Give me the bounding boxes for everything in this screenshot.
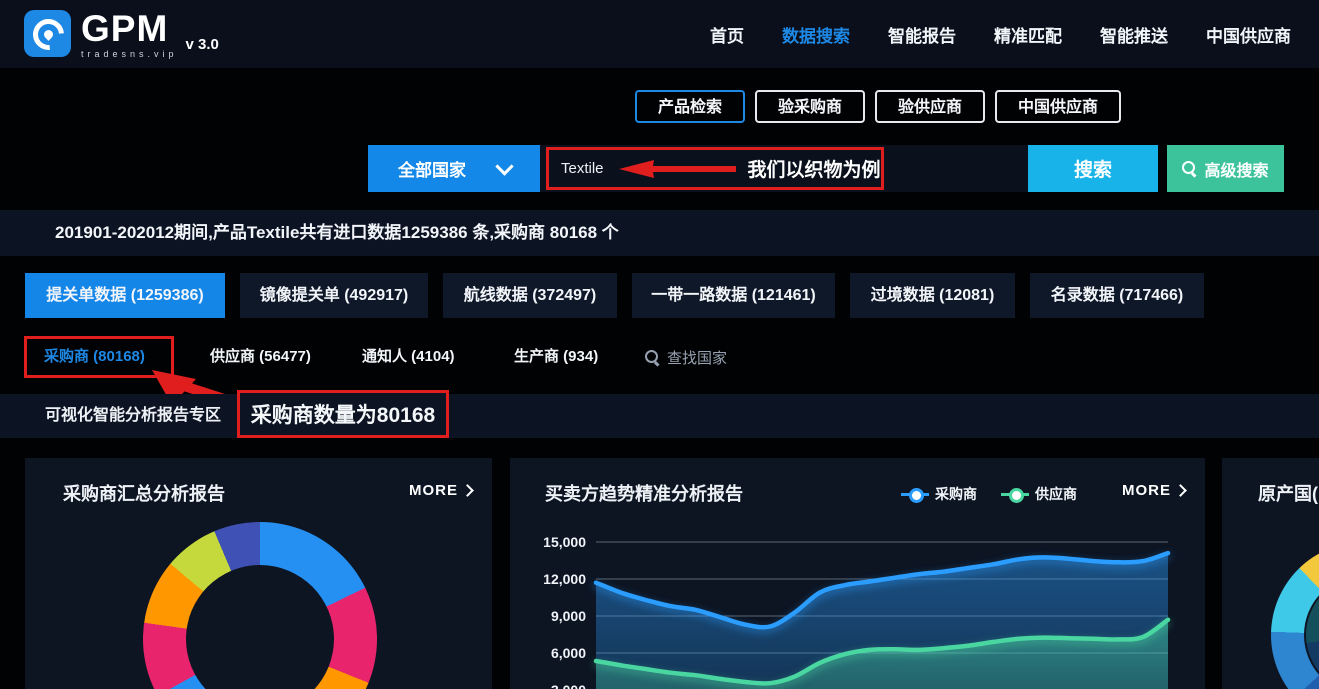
- brand-domain: tradesns.vip: [81, 50, 178, 59]
- country-select[interactable]: 全部国家: [368, 145, 540, 192]
- svg-text:12,000: 12,000: [543, 571, 586, 587]
- tab-verify-buyer[interactable]: 验采购商: [755, 90, 865, 123]
- tab-product-search[interactable]: 产品检索: [635, 90, 745, 123]
- search-icon: [1182, 161, 1197, 176]
- tab-mirror-bol[interactable]: 镜像提关单 (492917): [240, 273, 428, 318]
- gpm-trade-search-page: GPM tradesns.vip v 3.0 首页 数据搜索 智能报告 精准匹配…: [0, 0, 1319, 689]
- chevron-right-icon: [461, 484, 474, 497]
- annotation-box-buyer-count: 采购商数量为80168: [237, 390, 449, 438]
- tab-transit[interactable]: 过境数据 (12081): [850, 273, 1015, 318]
- svg-text:15,000: 15,000: [543, 534, 586, 550]
- tab-verify-supplier[interactable]: 验供应商: [875, 90, 985, 123]
- nav-item-china-supplier[interactable]: 中国供应商: [1206, 22, 1291, 47]
- dataset-tabs: 提关单数据 (1259386) 镜像提关单 (492917) 航线数据 (372…: [25, 273, 1204, 318]
- brand-logo[interactable]: GPM tradesns.vip v 3.0: [24, 10, 219, 59]
- nav-item-precise-match[interactable]: 精准匹配: [994, 22, 1062, 47]
- buyer-summary-donut-chart[interactable]: [143, 522, 377, 689]
- tab-china-supplier[interactable]: 中国供应商: [995, 90, 1121, 123]
- search-button[interactable]: 搜索: [1028, 145, 1158, 192]
- tab-belt-road[interactable]: 一带一路数据 (121461): [632, 273, 835, 318]
- section-title: 可视化智能分析报告专区: [45, 394, 221, 438]
- advanced-search-label: 高级搜索: [1204, 157, 1268, 181]
- tab-shipping-route[interactable]: 航线数据 (372497): [443, 273, 617, 318]
- buyer-summary-card: 采购商汇总分析报告 MORE: [25, 458, 492, 689]
- brand-name: GPM: [81, 10, 178, 47]
- version-label: v 3.0: [186, 36, 219, 53]
- annotation-arrow-left-icon: [618, 157, 738, 181]
- nav-item-smart-push[interactable]: 智能推送: [1100, 22, 1168, 47]
- buyer-summary-title: 采购商汇总分析报告: [63, 480, 225, 506]
- origin-country-card: 原产国(: [1222, 458, 1319, 689]
- find-country-button[interactable]: 查找国家: [645, 336, 727, 378]
- tab-buyers[interactable]: 采购商 (80168): [44, 336, 145, 378]
- buyer-count-annotation: 采购商数量为80168: [251, 399, 435, 429]
- nav-item-home[interactable]: 首页: [710, 22, 744, 47]
- nav-item-smart-report[interactable]: 智能报告: [888, 22, 956, 47]
- origin-country-title: 原产国(: [1258, 480, 1318, 506]
- trend-card: 买卖方趋势精准分析报告 采购商 供应商 MORE 15,00012,0009,0…: [510, 458, 1205, 689]
- trend-area-chart[interactable]: 15,000 12,000 9,000 6,000 3,000: [510, 458, 1205, 689]
- buyer-summary-more-link[interactable]: MORE: [409, 482, 472, 499]
- svg-text:6,000: 6,000: [551, 645, 586, 661]
- find-country-label: 查找国家: [667, 347, 727, 368]
- annotation-box-query: Textile 我们以织物为例: [546, 147, 884, 190]
- more-label: MORE: [409, 482, 458, 499]
- search-icon: [645, 350, 660, 365]
- nav-item-data-search[interactable]: 数据搜索: [782, 22, 850, 47]
- tab-notify-party[interactable]: 通知人 (4104): [362, 336, 455, 378]
- tab-bill-of-lading[interactable]: 提关单数据 (1259386): [25, 273, 225, 318]
- tab-directory[interactable]: 名录数据 (717466): [1030, 273, 1204, 318]
- search-query-value: Textile: [561, 160, 604, 177]
- advanced-search-button[interactable]: 高级搜索: [1167, 145, 1284, 192]
- visual-report-section-bar: 可视化智能分析报告专区: [0, 394, 1319, 438]
- svg-text:9,000: 9,000: [551, 608, 586, 624]
- svg-text:3,000: 3,000: [551, 682, 586, 689]
- country-select-value: 全部国家: [398, 156, 466, 181]
- gpm-logo-icon: [24, 10, 71, 57]
- main-nav: 首页 数据搜索 智能报告 精准匹配 智能推送 中国供应商: [710, 0, 1291, 68]
- chevron-down-icon: [495, 157, 513, 175]
- result-summary-bar: 201901-202012期间,产品Textile共有进口数据1259386 条…: [0, 210, 1319, 256]
- search-mode-tabs: 产品检索 验采购商 验供应商 中国供应商: [635, 90, 1121, 123]
- result-summary-text: 201901-202012期间,产品Textile共有进口数据1259386 条…: [55, 210, 619, 256]
- annotation-text-example: 我们以织物为例: [748, 155, 881, 182]
- top-nav-bar: GPM tradesns.vip v 3.0 首页 数据搜索 智能报告 精准匹配…: [0, 0, 1319, 68]
- tab-manufacturers[interactable]: 生产商 (934): [514, 336, 598, 378]
